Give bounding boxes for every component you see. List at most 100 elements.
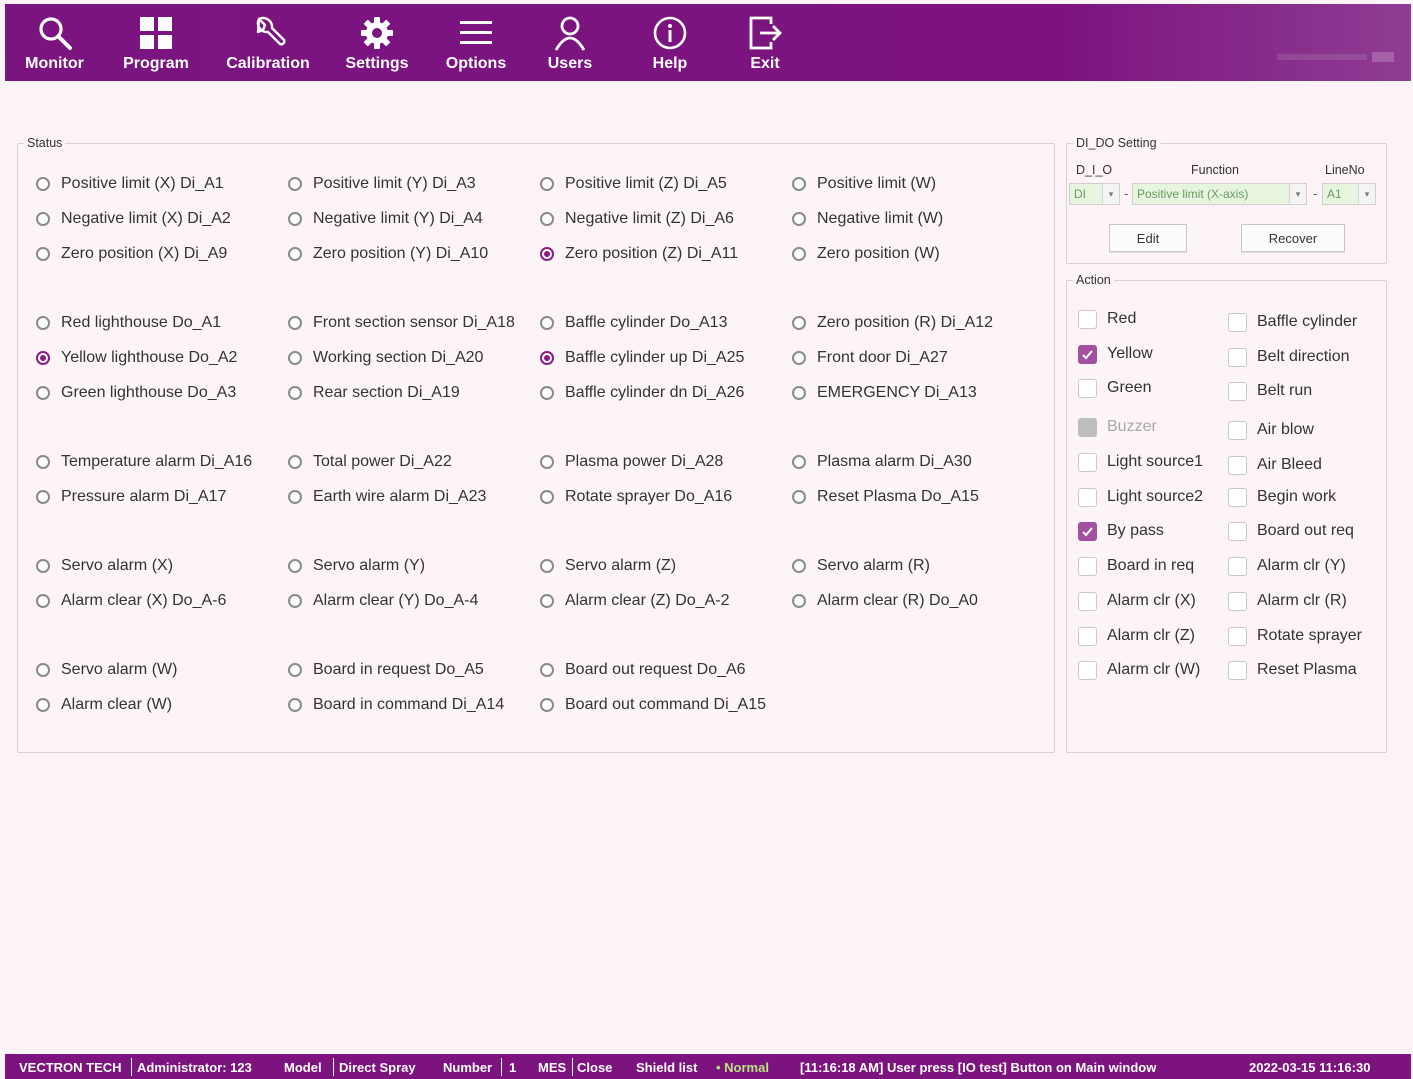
action-checkbox-label: Air Bleed [1257,456,1322,473]
status-radio[interactable]: Servo alarm (W) [36,660,177,680]
action-checkbox-label: Buzzer [1107,418,1157,435]
action-checkbox[interactable]: Rotate sprayer [1228,625,1362,647]
action-checkbox-label: Board in req [1107,557,1195,574]
status-radio[interactable]: EMERGENCY Di_A13 [792,383,977,403]
status-radio[interactable]: Alarm clear (W) [36,695,172,715]
status-radio[interactable]: Alarm clear (X) Do_A-6 [36,591,226,611]
status-radio[interactable]: Servo alarm (Y) [288,556,425,576]
checkbox-checked-icon [1078,344,1097,364]
status-radio[interactable]: Negative limit (X) Di_A2 [36,209,231,229]
chevron-down-icon: ▾ [1289,184,1306,204]
action-checkbox[interactable]: Alarm clr (W) [1078,659,1200,681]
program-button[interactable]: Program [118,4,194,81]
radio-unchecked-icon [540,559,554,573]
status-radio[interactable]: Front door Di_A27 [792,348,948,368]
action-checkbox[interactable]: Air Bleed [1228,454,1322,476]
action-checkbox[interactable]: Alarm clr (Y) [1228,555,1346,577]
status-radio[interactable]: Positive limit (Z) Di_A5 [540,174,727,194]
edit-button[interactable]: Edit [1109,224,1187,252]
status-radio[interactable]: Baffle cylinder Do_A13 [540,313,727,333]
action-checkbox[interactable]: Begin work [1228,486,1336,508]
status-radio[interactable]: Yellow lighthouse Do_A2 [36,348,237,368]
checkbox-unchecked-icon [1078,626,1097,646]
status-radio[interactable]: Baffle cylinder up Di_A25 [540,348,744,368]
status-radio[interactable]: Board out request Do_A6 [540,660,746,680]
status-radio-label: Positive limit (X) Di_A1 [61,175,224,192]
calibration-button[interactable]: Calibration [223,4,313,81]
status-radio[interactable]: Zero position (Z) Di_A11 [540,244,738,264]
status-radio[interactable]: Earth wire alarm Di_A23 [288,487,486,507]
recover-button[interactable]: Recover [1241,224,1345,252]
status-radio[interactable]: Board in request Do_A5 [288,660,484,680]
action-checkbox-label: By pass [1107,522,1164,539]
action-checkbox[interactable]: Board out req [1228,520,1354,542]
status-radio[interactable]: Pressure alarm Di_A17 [36,487,226,507]
status-radio[interactable]: Zero position (X) Di_A9 [36,244,227,264]
status-radio[interactable]: Plasma alarm Di_A30 [792,452,972,472]
radio-unchecked-icon [288,177,302,191]
settings-button[interactable]: Settings [342,4,412,81]
action-checkbox[interactable]: Belt direction [1228,346,1350,368]
function-select[interactable]: Positive limit (X-axis) ▾ [1132,183,1307,205]
radio-unchecked-icon [792,351,806,365]
status-radio[interactable]: Total power Di_A22 [288,452,452,472]
action-checkbox[interactable]: Belt run [1228,380,1312,402]
action-checkbox[interactable]: Alarm clr (Z) [1078,625,1195,647]
checkbox-unchecked-icon [1228,347,1247,367]
checkbox-unchecked-icon [1228,455,1247,475]
status-radio-label: Board out command Di_A15 [565,696,766,713]
exit-button[interactable]: Exit [740,4,790,81]
status-radio[interactable]: Green lighthouse Do_A3 [36,383,236,403]
options-button[interactable]: Options [441,4,511,81]
status-radio[interactable]: Plasma power Di_A28 [540,452,723,472]
status-radio[interactable]: Red lighthouse Do_A1 [36,313,221,333]
status-radio[interactable]: Alarm clear (Z) Do_A-2 [540,591,729,611]
action-checkbox[interactable]: Yellow [1078,343,1153,365]
action-checkbox[interactable]: Light source2 [1078,486,1203,508]
status-radio[interactable]: Zero position (Y) Di_A10 [288,244,488,264]
status-radio-label: Positive limit (Z) Di_A5 [565,175,727,192]
status-radio-label: Positive limit (W) [817,175,937,192]
status-radio[interactable]: Alarm clear (R) Do_A0 [792,591,978,611]
lineno-select[interactable]: A1 ▾ [1322,183,1376,205]
action-checkbox[interactable]: Alarm clr (X) [1078,590,1196,612]
status-radio[interactable]: Alarm clear (Y) Do_A-4 [288,591,478,611]
action-checkbox[interactable]: Baffle cylinder [1228,311,1357,333]
dio-select[interactable]: DI ▾ [1069,183,1120,205]
action-checkbox[interactable]: Light source1 [1078,451,1203,473]
status-radio[interactable]: Negative limit (W) [792,209,943,229]
radio-unchecked-icon [540,594,554,608]
status-radio[interactable]: Positive limit (Y) Di_A3 [288,174,476,194]
action-checkbox[interactable]: Reset Plasma [1228,659,1357,681]
status-radio[interactable]: Negative limit (Z) Di_A6 [540,209,734,229]
status-radio-label: Reset Plasma Do_A15 [817,488,979,505]
action-checkbox[interactable]: Board in req [1078,555,1194,577]
help-button[interactable]: Help [645,4,695,81]
action-checkbox[interactable]: By pass [1078,520,1164,542]
status-radio[interactable]: Front section sensor Di_A18 [288,313,515,333]
status-radio[interactable]: Working section Di_A20 [288,348,483,368]
status-radio[interactable]: Board out command Di_A15 [540,695,766,715]
action-checkbox[interactable]: Green [1078,377,1151,399]
status-radio[interactable]: Servo alarm (R) [792,556,930,576]
status-radio[interactable]: Temperature alarm Di_A16 [36,452,252,472]
status-radio[interactable]: Positive limit (X) Di_A1 [36,174,224,194]
status-radio[interactable]: Board in command Di_A14 [288,695,504,715]
options-label: Options [445,55,507,72]
action-checkbox[interactable]: Alarm clr (R) [1228,590,1347,612]
status-radio[interactable]: Negative limit (Y) Di_A4 [288,209,483,229]
action-checkbox[interactable]: Red [1078,308,1136,330]
monitor-button[interactable]: Monitor [22,4,87,81]
status-radio[interactable]: Reset Plasma Do_A15 [792,487,979,507]
action-checkbox[interactable]: Air blow [1228,419,1314,441]
status-radio[interactable]: Zero position (W) [792,244,940,264]
status-radio[interactable]: Rear section Di_A19 [288,383,460,403]
radio-unchecked-icon [792,386,806,400]
users-button[interactable]: Users [545,4,595,81]
status-radio[interactable]: Servo alarm (X) [36,556,173,576]
status-radio[interactable]: Rotate sprayer Do_A16 [540,487,732,507]
status-radio[interactable]: Baffle cylinder dn Di_A26 [540,383,744,403]
status-radio[interactable]: Positive limit (W) [792,174,936,194]
status-radio[interactable]: Servo alarm (Z) [540,556,676,576]
status-radio[interactable]: Zero position (R) Di_A12 [792,313,993,333]
